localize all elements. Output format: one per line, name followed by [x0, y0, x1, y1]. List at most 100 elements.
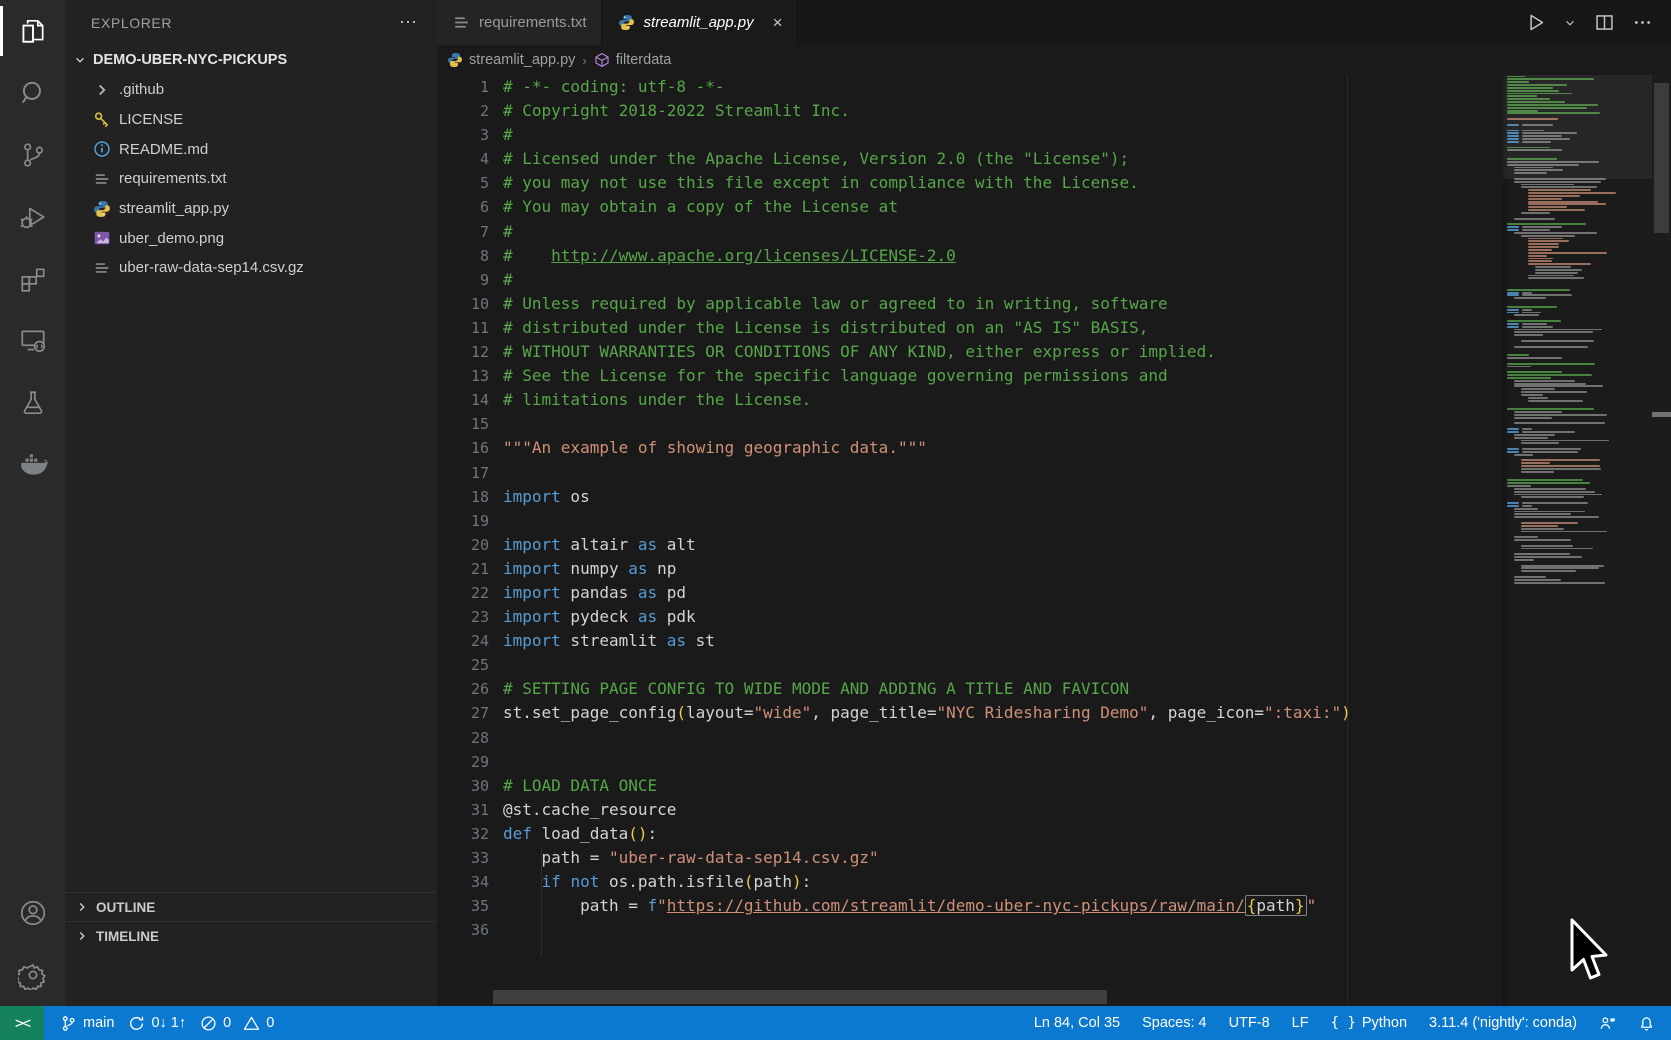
minimap[interactable]	[1503, 75, 1652, 1006]
code-line: import os	[503, 485, 1351, 509]
bell-icon	[1638, 1015, 1655, 1032]
code-line	[503, 412, 1351, 436]
outline-section[interactable]: OUTLINE	[65, 892, 437, 921]
code-line: import numpy as np	[503, 557, 1351, 581]
activity-bar-testing-icon[interactable]	[0, 372, 65, 434]
activity-bar-run-debug-icon[interactable]	[0, 186, 65, 248]
file-label: README.md	[119, 141, 208, 158]
file-label: uber-raw-data-sep14.csv.gz	[119, 259, 304, 276]
code-line: st.set_page_config(layout="wide", page_t…	[503, 701, 1351, 725]
minimap-viewport[interactable]	[1503, 75, 1652, 179]
vertical-scrollbar[interactable]	[1652, 75, 1671, 1006]
activity-bar-settings-gear-icon[interactable]	[0, 944, 65, 1006]
python-interpreter[interactable]: 3.11.4 ('nightly': conda)	[1429, 1015, 1577, 1031]
run-icon[interactable]	[1525, 12, 1546, 33]
line-number: 34	[437, 870, 503, 894]
code-line: path = f"https://github.com/streamlit/de…	[503, 894, 1351, 918]
line-number: 33	[437, 846, 503, 870]
error-icon	[200, 1015, 217, 1032]
code-line	[503, 509, 1351, 533]
chevron-down-icon	[73, 53, 87, 67]
braces-icon: { }	[1331, 1015, 1356, 1031]
code-line: # http://www.apache.org/licenses/LICENSE…	[503, 244, 1351, 268]
code-line: # You may obtain a copy of the License a…	[503, 195, 1351, 219]
activity-bar-account-icon[interactable]	[0, 882, 65, 944]
word-highlight-box: {path}	[1245, 895, 1307, 916]
file-item-streamlit_app.py[interactable]: streamlit_app.py	[65, 194, 437, 224]
file-item-uber-raw-data-sep14.csv.gz[interactable]: uber-raw-data-sep14.csv.gz	[65, 253, 437, 283]
line-number: 9	[437, 268, 503, 292]
breadcrumb-file[interactable]: streamlit_app.py	[447, 52, 575, 68]
line-number: 13	[437, 364, 503, 388]
code-line: # See the License for the specific langu…	[503, 364, 1351, 388]
close-icon[interactable]: ×	[773, 14, 783, 31]
line-number: 35	[437, 894, 503, 918]
code-line: #	[503, 220, 1351, 244]
problems-status[interactable]: 0 0	[200, 1015, 274, 1032]
activity-bar-extensions-icon[interactable]	[0, 248, 65, 310]
remote-indicator[interactable]: ><	[0, 1006, 44, 1040]
horizontal-scrollbar-slider[interactable]	[493, 990, 1107, 1004]
file-label: uber_demo.png	[119, 230, 224, 247]
code-line: #	[503, 268, 1351, 292]
eol-setting[interactable]: LF	[1292, 1015, 1309, 1031]
tab-requirements-txt[interactable]: requirements.txt	[437, 0, 602, 45]
code-line: if not os.path.isfile(path):	[503, 870, 1351, 894]
timeline-section[interactable]: TIMELINE	[65, 921, 437, 950]
symbol-cube-icon	[594, 52, 610, 68]
encoding-setting[interactable]: UTF-8	[1229, 1015, 1270, 1031]
code-line: def load_data():	[503, 822, 1351, 846]
line-number: 15	[437, 412, 503, 436]
activity-bar-docker-icon[interactable]	[0, 434, 65, 496]
line-number: 16	[437, 436, 503, 460]
git-branch-icon	[60, 1015, 77, 1032]
line-number: 4	[437, 147, 503, 171]
line-number: 7	[437, 220, 503, 244]
line-number: 12	[437, 340, 503, 364]
split-editor-icon[interactable]	[1594, 12, 1615, 33]
file-item-uber_demo.png[interactable]: uber_demo.png	[65, 223, 437, 253]
activity-bar-remote-explorer-icon[interactable]	[0, 310, 65, 372]
feedback-button[interactable]	[1599, 1015, 1616, 1032]
tab-streamlit-app-py[interactable]: streamlit_app.py ×	[602, 0, 798, 45]
file-item-README.md[interactable]: README.md	[65, 134, 437, 164]
license-key-icon	[93, 111, 111, 129]
explorer-root-folder[interactable]: DEMO-UBER-NYC-PICKUPS	[65, 45, 437, 75]
explorer-sidebar: EXPLORER ⋯ DEMO-UBER-NYC-PICKUPS .github…	[65, 0, 437, 1006]
line-number: 22	[437, 581, 503, 605]
code-line: import pandas as pd	[503, 581, 1351, 605]
activity-bar-files-icon[interactable]	[0, 0, 65, 62]
explorer-more-actions-icon[interactable]: ⋯	[399, 12, 419, 33]
line-number: 26	[437, 677, 503, 701]
notifications-button[interactable]	[1638, 1015, 1655, 1032]
git-sync-status[interactable]: 0↓ 1↑	[128, 1015, 186, 1032]
line-number: 29	[437, 750, 503, 774]
image-file-icon	[93, 229, 111, 247]
folder-item-.github[interactable]: .github	[65, 75, 437, 105]
python-icon	[447, 52, 463, 68]
cursor-position[interactable]: Ln 84, Col 35	[1034, 1015, 1120, 1031]
file-item-LICENSE[interactable]: LICENSE	[65, 105, 437, 135]
indentation-setting[interactable]: Spaces: 4	[1142, 1015, 1207, 1031]
text-file-icon	[453, 14, 470, 31]
line-number: 24	[437, 629, 503, 653]
person-feedback-icon	[1599, 1015, 1616, 1032]
line-number: 31	[437, 798, 503, 822]
code-line: # WITHOUT WARRANTIES OR CONDITIONS OF AN…	[503, 340, 1351, 364]
file-item-requirements.txt[interactable]: requirements.txt	[65, 164, 437, 194]
editor-group: requirements.txt streamlit_app.py × stre…	[437, 0, 1671, 1006]
more-actions-icon[interactable]	[1632, 12, 1653, 33]
chevron-right-icon	[75, 929, 89, 943]
breadcrumb-symbol[interactable]: filterdata	[594, 52, 672, 68]
vertical-scrollbar-slider[interactable]	[1654, 83, 1669, 233]
activity-bar-search-icon[interactable]	[0, 62, 65, 124]
chevron-down-icon[interactable]	[1563, 16, 1577, 30]
activity-bar-source-control-icon[interactable]	[0, 124, 65, 186]
language-mode[interactable]: { } Python	[1331, 1015, 1407, 1031]
code-editor[interactable]: 1234567891011121314151617181920212223242…	[437, 75, 1671, 1006]
line-number: 3	[437, 123, 503, 147]
git-branch-status[interactable]: main	[60, 1015, 114, 1032]
line-number: 23	[437, 605, 503, 629]
line-number: 11	[437, 316, 503, 340]
line-number: 30	[437, 774, 503, 798]
